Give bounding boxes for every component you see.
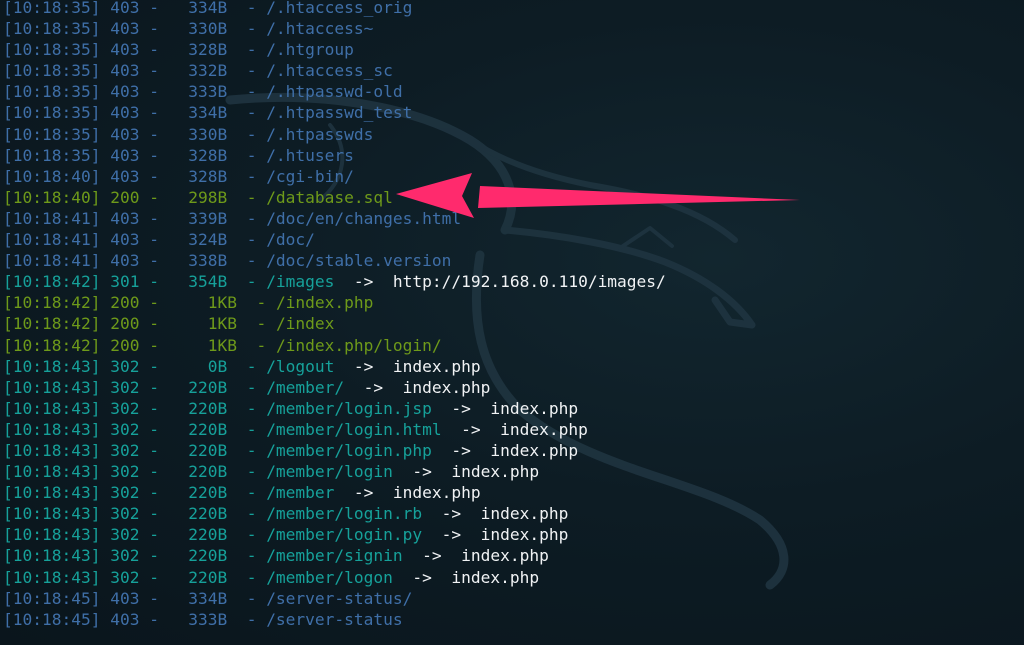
highlight-arrow-icon bbox=[396, 173, 800, 218]
terminal-window: { "colors": { "background": "#0d1c24", "… bbox=[0, 0, 1024, 645]
